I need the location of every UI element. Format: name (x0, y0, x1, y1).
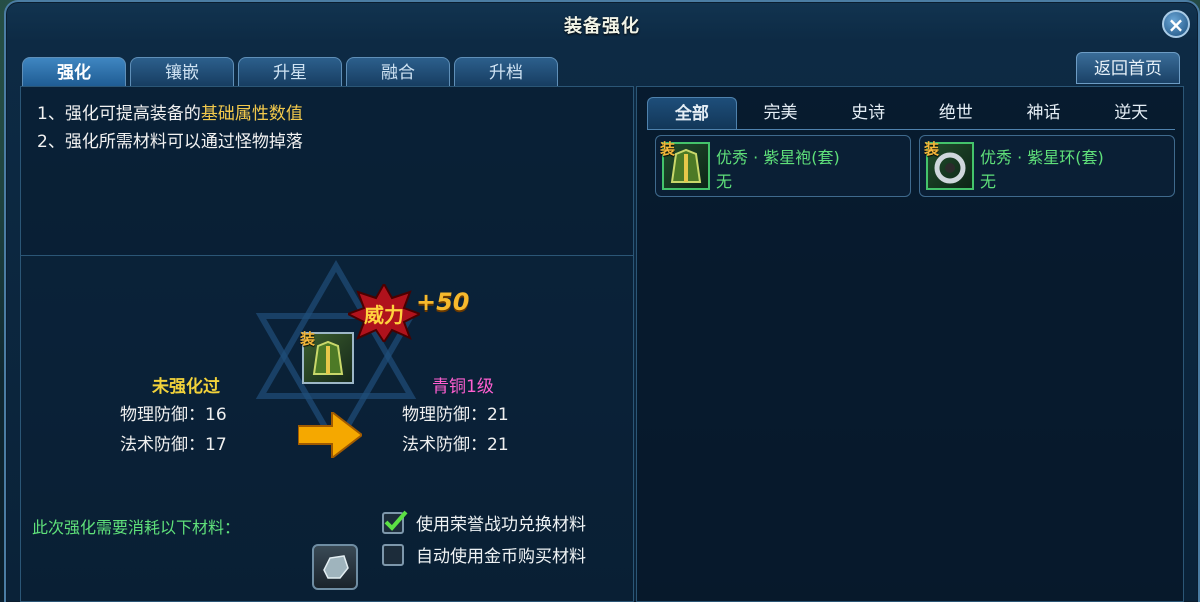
checkmark-icon (384, 510, 408, 531)
description-panel: 1、强化可提高装备的基础属性数值 2、强化所需材料可以通过怪物掉落 (20, 86, 634, 256)
ore-icon (323, 555, 349, 579)
auto-gold-checkbox[interactable] (382, 543, 404, 566)
tab-star-up[interactable]: 升星 (238, 57, 342, 87)
title-bar: 装备强化 × (6, 2, 1198, 42)
item-enhance-level: 无 (716, 172, 733, 191)
before-enhance-title: 未强化过 (152, 377, 220, 397)
item-name: 优秀 · 紫星袍(套) (716, 148, 840, 167)
use-honor-checkbox[interactable] (382, 510, 408, 534)
required-materials-label: 此次强化需要消耗以下材料： (32, 518, 241, 537)
item-icon-slot: 装 (660, 140, 710, 190)
use-honor-option[interactable]: 使用荣誉战功兑换材料 (382, 510, 586, 535)
tab-defy-heaven[interactable]: 逆天 (1087, 97, 1175, 129)
arrow-right-icon (298, 412, 362, 458)
before-physical-defense: 物理防御：16 (120, 405, 227, 425)
description-line-1: 1、强化可提高装备的基础属性数值 (37, 99, 303, 124)
item-enhance-level: 无 (980, 172, 997, 191)
auto-gold-label: 自动使用金币购买材料 (416, 547, 586, 567)
after-magic-defense: 法术防御：21 (402, 435, 509, 455)
tab-all[interactable]: 全部 (647, 97, 737, 130)
tab-epic[interactable]: 史诗 (824, 97, 912, 129)
power-bonus-value: +50 (416, 288, 470, 316)
main-tabs: 强化 镶嵌 升星 融合 升档 (22, 57, 558, 87)
equipment-item[interactable]: 装 优秀 · 紫星袍(套) 无 (655, 135, 911, 197)
equip-tag-icon: 装 (660, 140, 676, 158)
tab-mythic[interactable]: 神话 (1000, 97, 1088, 129)
description-highlight: 基础属性数值 (200, 104, 303, 124)
power-burst-icon: 威力 (348, 284, 420, 342)
after-physical-defense: 物理防御：21 (402, 405, 509, 425)
equip-tag-icon: 装 (924, 140, 940, 158)
equip-tag-icon: 装 (300, 330, 316, 348)
item-icon-slot: 装 (924, 140, 974, 190)
tab-grade-up[interactable]: 升档 (454, 57, 558, 87)
equipment-list-panel: 全部 完美 史诗 绝世 神话 逆天 装 优秀 · 紫星袍(套) 无 装 优秀 ·… (636, 86, 1184, 602)
return-home-button[interactable]: 返回首页 (1076, 52, 1180, 84)
tab-inlay[interactable]: 镶嵌 (130, 57, 234, 87)
auto-gold-option[interactable]: 自动使用金币购买材料 (382, 542, 586, 567)
tab-enhance[interactable]: 强化 (22, 57, 126, 87)
tab-fusion[interactable]: 融合 (346, 57, 450, 87)
window-title: 装备强化 (564, 16, 640, 37)
description-line-2: 2、强化所需材料可以通过怪物掉落 (37, 132, 303, 152)
close-button[interactable]: × (1162, 10, 1190, 38)
after-enhance-title: 青铜1级 (432, 377, 494, 397)
quality-tabs: 全部 完美 史诗 绝世 神话 逆天 (647, 97, 1175, 130)
item-name: 优秀 · 紫星环(套) (980, 148, 1104, 167)
tab-perfect[interactable]: 完美 (737, 97, 825, 129)
tabs-divider (647, 129, 1175, 130)
material-slot[interactable] (312, 544, 358, 590)
equipment-item[interactable]: 装 优秀 · 紫星环(套) 无 (919, 135, 1175, 197)
description-line-1-text: 1、强化可提高装备的 (37, 104, 201, 124)
selected-equipment-slot[interactable]: 装 (300, 330, 354, 384)
equipment-enhance-window: 装备强化 × 强化 镶嵌 升星 融合 升档 返回首页 1、强化可提高装备的基础属… (4, 0, 1200, 602)
use-honor-label: 使用荣誉战功兑换材料 (416, 515, 586, 535)
before-magic-defense: 法术防御：17 (120, 435, 227, 455)
tab-peerless[interactable]: 绝世 (912, 97, 1000, 129)
power-label: 威力 (364, 303, 404, 327)
